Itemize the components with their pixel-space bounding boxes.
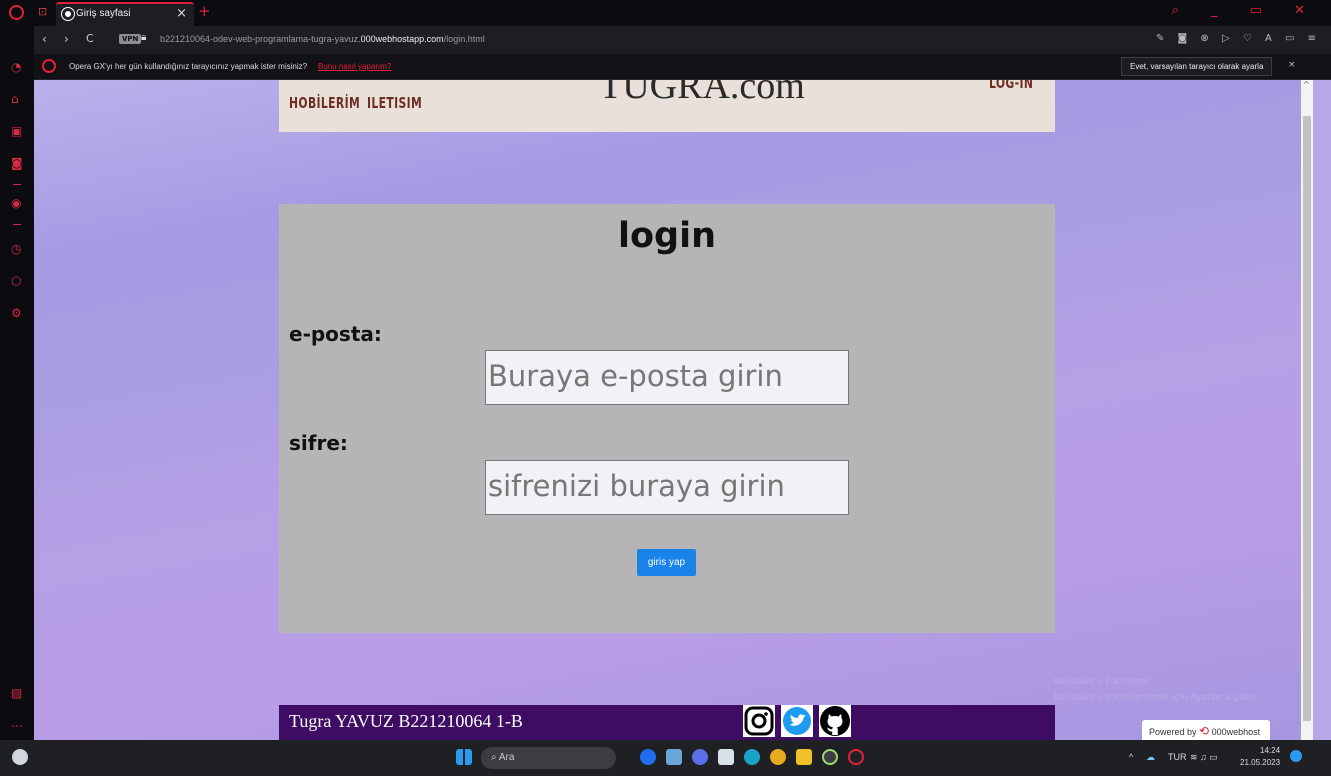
powered-prefix: Powered by (1149, 727, 1197, 737)
sidebar-divider (13, 224, 21, 225)
app-icon-1[interactable] (640, 749, 656, 765)
search-label: Ara (498, 752, 515, 763)
onedrive-icon[interactable]: ☁ (1146, 752, 1155, 763)
powered-brand: 000webhost (1211, 727, 1261, 737)
address-bar: ‹ › C VPN 🔒︎ b221210064-odev-web-program… (34, 26, 1331, 54)
opera-sidebar: ◔ ⌂ ▣ ◙ ◉ ◷ ⬡ ⚙ ▨ … (0, 26, 34, 740)
toolbar-icons[interactable]: ✎ ◙ ⊗ ▷ ♡ A ▭ ≡ (1156, 33, 1321, 44)
app-icon-2[interactable] (666, 749, 682, 765)
windows-taskbar: ⌕ Ara ^ ☁ TUR ≋ ♫ ▭ 14:24 21.05.2023 (0, 740, 1331, 776)
settings-icon[interactable]: ⚙ (11, 306, 22, 320)
scroll-up-icon[interactable]: ^ (1303, 80, 1310, 89)
password-field[interactable]: sifrenizi buraya girin (485, 460, 849, 515)
more-icon[interactable]: … (11, 716, 23, 730)
forward-button[interactable]: › (64, 32, 69, 46)
new-tab-button[interactable]: + (198, 2, 211, 20)
instagram-sidebar-icon[interactable]: ◙ (11, 156, 23, 170)
github-icon[interactable] (819, 705, 851, 737)
footer-text: Tugra YAVUZ B221210064 1-B (289, 711, 523, 731)
vpn-badge[interactable]: VPN (119, 34, 142, 44)
nav-login[interactable]: LOG-IN (989, 80, 1033, 92)
powered-by-badge[interactable]: Powered by ⟲ 000webhost (1142, 720, 1270, 740)
twitch-icon[interactable]: ▣ (11, 124, 22, 138)
sidebar-divider (13, 184, 21, 185)
webhost-logo-icon: ⟲ (1199, 724, 1210, 738)
page-edge (1313, 80, 1331, 740)
window-controls[interactable]: ⌕ _ ▭ ✕ (1172, 3, 1319, 18)
reload-button[interactable]: C (86, 32, 94, 45)
tray-chevron-icon[interactable]: ^ (1129, 752, 1133, 762)
watermark-line: Windows'u etkinleştirmek için Ayarlar'a … (1054, 693, 1259, 703)
login-title: login (617, 216, 716, 256)
login-submit-button[interactable]: giris yap (637, 549, 696, 576)
infobar-message: Opera GX'yı her gün kullandığınız tarayı… (69, 62, 308, 71)
page-scrollbar[interactable]: ^ (1301, 80, 1313, 740)
site-brand[interactable]: TUGRA.com (599, 80, 805, 108)
url-suffix: /login.html (443, 34, 485, 44)
url-prefix: b221210064-odev-web-programlama-tugra-ya… (160, 34, 361, 44)
instagram-icon[interactable] (743, 705, 775, 737)
watermark-line: Windows'u Etkinleştir (1054, 677, 1151, 687)
speed-dial-icon[interactable]: ◔ (11, 60, 21, 74)
tab-bar: ⊡ Giriş sayfasi × + ⌕ _ ▭ ✕ (0, 0, 1331, 26)
nav-contact[interactable]: ILETISIM (367, 94, 422, 112)
clock-time: 14:24 (1260, 746, 1281, 755)
opera-logo-icon (42, 59, 56, 73)
browser-tab[interactable]: Giriş sayfasi × (56, 2, 194, 26)
opera-menu-icon[interactable] (9, 5, 24, 20)
tab-title: Giriş sayfasi (76, 8, 131, 19)
weather-icon[interactable] (12, 749, 28, 765)
email-label: e-posta: (289, 322, 382, 346)
xbox-icon[interactable] (822, 749, 838, 765)
site-footer: Tugra YAVUZ B221210064 1-B (279, 705, 1055, 740)
gallery-icon[interactable]: ▨ (11, 686, 22, 700)
infobar-link[interactable]: Bunu nasıl yaparım? (318, 62, 391, 71)
default-browser-bar: Opera GX'yı her gün kullandığınız tarayı… (34, 54, 1331, 80)
shopping-icon[interactable]: ⌂ (11, 92, 19, 106)
player-icon[interactable]: ◉ (11, 196, 21, 210)
infobar-close-icon[interactable]: × (1288, 60, 1296, 70)
taskbar-search[interactable]: ⌕ Ara (481, 747, 616, 769)
email-field[interactable]: Buraya e-posta girin (485, 350, 849, 405)
edge-icon[interactable] (744, 749, 760, 765)
opera-gx-icon[interactable] (848, 749, 864, 765)
clock-date: 21.05.2023 (1240, 758, 1281, 767)
history-icon[interactable]: ◷ (11, 242, 21, 256)
scrollbar-thumb[interactable] (1303, 116, 1311, 721)
search-icon: ⌕ (491, 752, 499, 763)
nav-hobbies[interactable]: HOBİLERİM (289, 94, 360, 112)
set-default-button[interactable]: Evet, varsayılan tarayıcı olarak ayarla (1121, 57, 1273, 76)
start-icon[interactable] (456, 749, 472, 765)
login-card: login e-posta: Buraya e-posta girin sifr… (279, 204, 1055, 633)
site-header: HOBİLERİM ILETISIM TUGRA.com LOG-IN (279, 80, 1055, 132)
explorer-icon[interactable] (796, 749, 812, 765)
globe-icon (62, 8, 74, 20)
chrome-icon[interactable] (770, 749, 786, 765)
close-tab-icon[interactable]: × (176, 6, 187, 21)
store-icon[interactable] (718, 749, 734, 765)
page-viewport: HOBİLERİM ILETISIM TUGRA.com LOG-IN logi… (34, 80, 1301, 740)
lock-icon[interactable]: 🔒︎ (141, 32, 146, 43)
url-field[interactable]: b221210064-odev-web-programlama-tugra-ya… (160, 34, 485, 44)
password-label: sifre: (289, 431, 348, 455)
url-domain: 000webhostapp.com (360, 34, 444, 44)
network-volume-icons[interactable]: ≋ ♫ ▭ (1190, 752, 1218, 763)
back-button[interactable]: ‹ (42, 32, 47, 46)
notification-icon[interactable] (1290, 750, 1302, 762)
app-icon-3[interactable] (692, 749, 708, 765)
clock[interactable]: 14:24 21.05.2023 (1240, 745, 1280, 769)
twitter-icon[interactable] (781, 705, 813, 737)
extensions-icon[interactable]: ⬡ (11, 274, 21, 288)
language-indicator[interactable]: TUR (1168, 752, 1187, 762)
tab-switch-icon[interactable]: ⊡ (38, 5, 47, 18)
